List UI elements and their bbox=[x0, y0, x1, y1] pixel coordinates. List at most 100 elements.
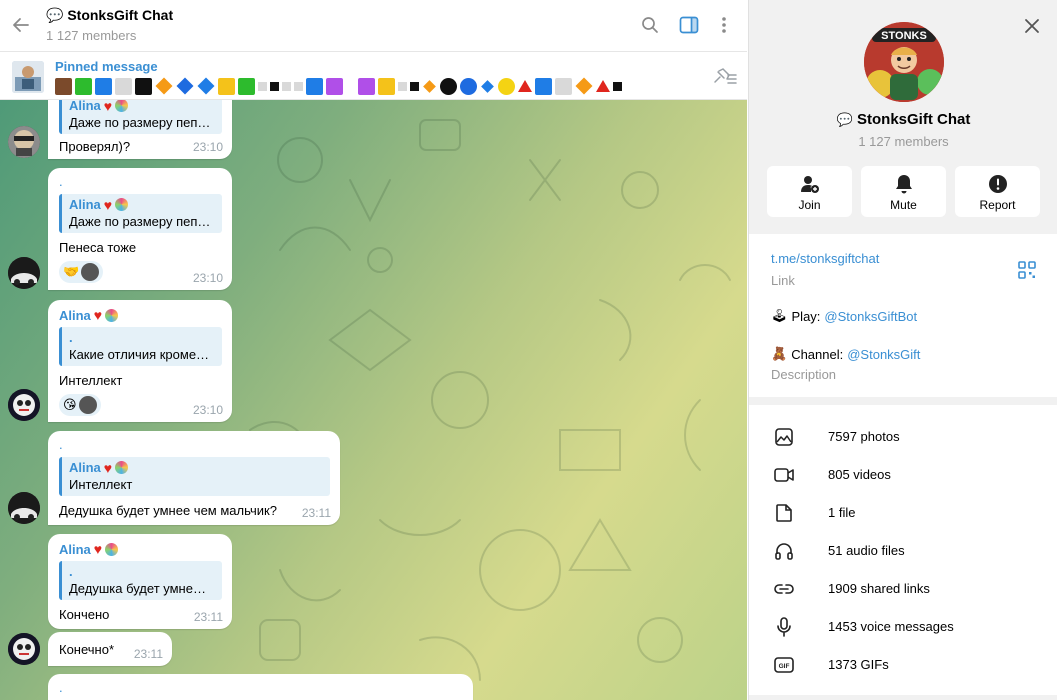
info-member-count: 1 127 members bbox=[858, 134, 949, 149]
file-icon bbox=[776, 504, 792, 522]
message-text: Дедушка будет умнее чем мальчик? bbox=[59, 503, 277, 518]
message-bubble[interactable]: Alina ♥ . Какие отличия кроме… Интеллект … bbox=[48, 300, 232, 422]
message-bubble[interactable]: . bbox=[48, 674, 473, 700]
message-time: 23:11 bbox=[193, 610, 223, 624]
reply-quote[interactable]: Alina ♥ Даже по размеру пеп… bbox=[59, 194, 222, 233]
photo-icon bbox=[775, 428, 793, 446]
heart-icon: ♥ bbox=[93, 307, 103, 323]
message-bubble[interactable]: Alina ♥ . Дедушка будет умне… Кончено 23:… bbox=[48, 534, 232, 629]
media-label: 1 file bbox=[828, 505, 856, 520]
link-icon bbox=[774, 584, 794, 594]
invite-link-caption: Link bbox=[771, 273, 795, 288]
message-bubble[interactable]: . Alina ♥ Даже по размеру пеп… Пенеса тож… bbox=[48, 168, 232, 290]
reply-quote[interactable]: Alina ♥ Интеллект bbox=[59, 457, 330, 496]
reply-text: Даже по размеру пеп… bbox=[69, 115, 211, 130]
qr-code-button[interactable] bbox=[1018, 261, 1036, 279]
reply-quote[interactable]: Alina ♥ Даже по размеру пеп… bbox=[59, 100, 222, 134]
svg-text:GIF: GIF bbox=[779, 663, 790, 670]
close-icon bbox=[1025, 19, 1039, 33]
avatar[interactable] bbox=[8, 389, 40, 421]
toggle-info-panel-button[interactable] bbox=[677, 13, 701, 37]
lollipop-icon bbox=[115, 198, 129, 211]
mute-button[interactable]: Mute bbox=[861, 166, 946, 217]
message-bubble[interactable]: Конечно* 23:11 bbox=[48, 632, 172, 666]
lollipop-icon bbox=[105, 308, 119, 322]
unpin-icon bbox=[714, 68, 737, 84]
reactor-avatar bbox=[78, 396, 97, 414]
description-caption: Description bbox=[771, 367, 837, 382]
report-icon bbox=[988, 175, 1007, 193]
reply-text: Даже по размеру пеп… bbox=[69, 214, 211, 229]
back-button[interactable] bbox=[8, 12, 34, 38]
media-label: 1909 shared links bbox=[828, 581, 930, 596]
message-sender: Alina ♥ bbox=[59, 306, 222, 324]
reactions[interactable]: 😘 bbox=[59, 394, 101, 416]
mute-label: Mute bbox=[890, 198, 917, 212]
reply-sender: Alina bbox=[69, 460, 101, 475]
media-row-links[interactable]: 1909 shared links bbox=[749, 570, 1057, 608]
message-dot: . bbox=[59, 680, 63, 695]
info-chat-name: 💬 StonksGift Chat bbox=[749, 111, 1057, 128]
close-button[interactable] bbox=[1020, 14, 1044, 38]
chat-header: 💬 StonksGift Chat 1 127 members bbox=[0, 0, 747, 52]
media-row-gifs[interactable]: GIF 1373 GIFs bbox=[749, 646, 1057, 684]
reply-sender: . bbox=[69, 330, 73, 345]
reactions[interactable]: 🤝 bbox=[59, 261, 104, 283]
more-options-button[interactable] bbox=[712, 13, 736, 37]
chat-background: Alina ♥ Даже по размеру пеп… Проверял)? 2… bbox=[0, 100, 747, 700]
bell-icon bbox=[895, 175, 912, 194]
media-row-videos[interactable]: 805 videos bbox=[749, 456, 1057, 494]
join-button[interactable]: Join bbox=[767, 166, 852, 217]
media-row-files[interactable]: 1 file bbox=[749, 494, 1057, 532]
message-bubble[interactable]: Alina ♥ Даже по размеру пеп… Проверял)? 2… bbox=[48, 100, 232, 159]
avatar[interactable] bbox=[8, 126, 40, 158]
description-play-line: 🕹 Play: @StonksGiftBot bbox=[771, 308, 917, 324]
speech-bubble-icon: 💬 bbox=[46, 7, 64, 23]
info-details: t.me/stonksgiftchat Link 🕹 Play: @Stonks… bbox=[749, 234, 1057, 397]
invite-link[interactable]: t.me/stonksgiftchat bbox=[771, 251, 879, 266]
channel-mention-link[interactable]: @StonksGift bbox=[847, 347, 920, 362]
search-button[interactable] bbox=[638, 13, 662, 37]
play-label: Play: bbox=[791, 308, 821, 324]
avatar[interactable] bbox=[8, 633, 40, 665]
media-row-photos[interactable]: 7597 photos bbox=[749, 418, 1057, 456]
media-label: 51 audio files bbox=[828, 543, 905, 558]
speech-bubble-icon: 💬 bbox=[836, 112, 853, 127]
kiss-face-icon: 😘 bbox=[63, 397, 77, 412]
message-bubble[interactable]: . Alina ♥ Интеллект Дедушка будет умнее ч… bbox=[48, 431, 340, 525]
description-channel-line: 🧸 Channel: @StonksGift bbox=[771, 346, 920, 362]
reply-quote[interactable]: . Дедушка будет умне… bbox=[59, 561, 222, 600]
heart-icon: ♥ bbox=[93, 541, 103, 557]
pinned-label: Pinned message bbox=[55, 59, 158, 74]
pinned-preview bbox=[55, 77, 622, 95]
sidebar-icon bbox=[679, 16, 699, 34]
reply-sender: Alina bbox=[69, 100, 101, 113]
pinned-thumbnail bbox=[12, 61, 44, 93]
report-button[interactable]: Report bbox=[955, 166, 1040, 217]
avatar[interactable] bbox=[8, 492, 40, 524]
media-label: 805 videos bbox=[828, 467, 891, 482]
sender-name: Alina bbox=[59, 541, 91, 557]
info-chat-name-text: StonksGift Chat bbox=[857, 111, 971, 128]
media-row-voice[interactable]: 1453 voice messages bbox=[749, 608, 1057, 646]
lollipop-icon bbox=[115, 461, 129, 474]
pinned-message-bar[interactable]: Pinned message bbox=[0, 53, 747, 100]
avatar[interactable] bbox=[8, 257, 40, 289]
reply-quote[interactable]: . Какие отличия кроме… bbox=[59, 327, 222, 366]
chat-avatar[interactable]: STONKS bbox=[864, 22, 944, 102]
media-row-audio[interactable]: 51 audio files bbox=[749, 532, 1057, 570]
chat-title[interactable]: 💬 StonksGift Chat bbox=[46, 7, 173, 24]
bot-mention-link[interactable]: @StonksGiftBot bbox=[824, 309, 917, 324]
handshake-icon: 🤝 bbox=[63, 264, 80, 279]
pinned-list-button[interactable] bbox=[711, 67, 737, 87]
message-time: 23:10 bbox=[192, 271, 223, 285]
message-text: Интеллект bbox=[59, 373, 123, 388]
mic-icon bbox=[777, 617, 791, 637]
more-vertical-icon bbox=[722, 17, 726, 33]
sender-name: Alina bbox=[59, 307, 91, 323]
heart-icon: ♥ bbox=[103, 100, 113, 114]
reply-sender: Alina bbox=[69, 197, 101, 212]
reply-sender: . bbox=[69, 564, 73, 579]
qr-code-icon bbox=[1018, 261, 1036, 279]
channel-label: Channel: bbox=[791, 346, 844, 362]
